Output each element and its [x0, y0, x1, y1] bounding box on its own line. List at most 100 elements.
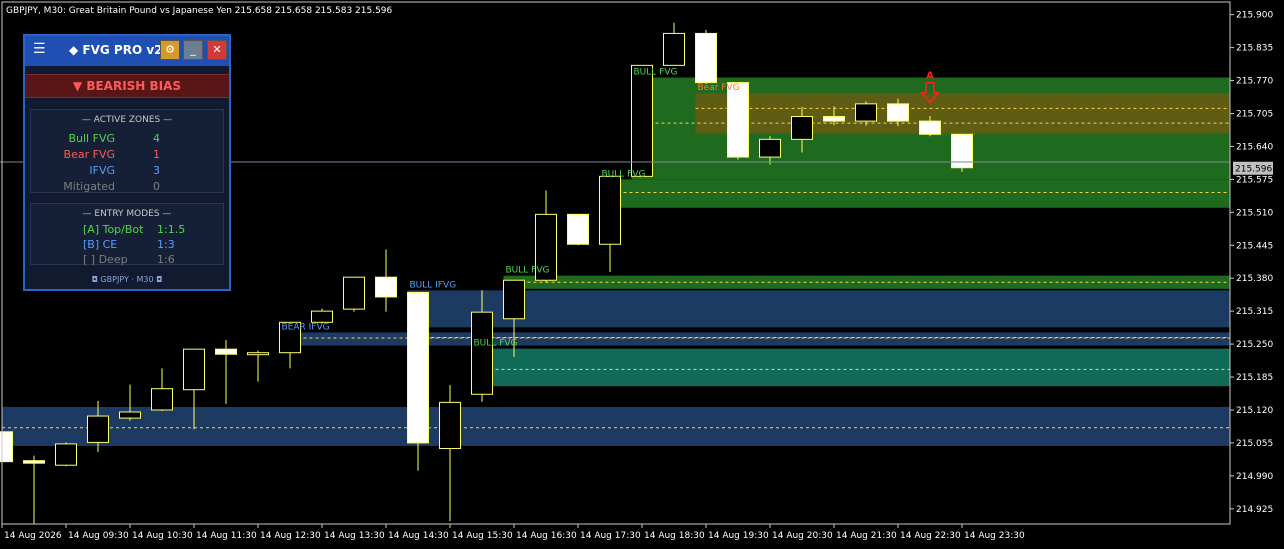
y-tick-label: 215.315 [1236, 307, 1273, 317]
chart-header: GBPJPY, M30: Great Britain Pound vs Japa… [6, 6, 393, 16]
zone-count-label: Bear FVG [63, 148, 115, 161]
candle-body [215, 348, 237, 355]
candle-body [663, 32, 685, 66]
x-tick-label: 14 Aug 21:30 [836, 531, 897, 541]
zone-label: BULL FVG [602, 169, 646, 179]
candle-body [119, 411, 141, 419]
candle-body [87, 415, 109, 443]
gear-icon: ⚙ [165, 43, 175, 56]
x-tick-label: 14 Aug 09:30 [68, 531, 129, 541]
x-tick-label: 14 Aug 18:30 [644, 531, 705, 541]
fvg-pro-panel: ☰ ◆ FVG PRO v2.4 ⚙ _ ✕ ▼ BEARISH BIAS — … [23, 34, 231, 291]
y-tick-label: 215.640 [1236, 142, 1273, 152]
x-tick-label: 14 Aug 12:30 [260, 531, 321, 541]
candle-body [343, 276, 365, 310]
y-tick-label: 215.185 [1236, 373, 1273, 383]
candle-body [951, 133, 973, 169]
candle-body [375, 276, 397, 298]
x-tick-label: 14 Aug 17:30 [580, 531, 641, 541]
fvg-zone [695, 93, 1230, 134]
candle-body [791, 116, 813, 140]
candle-body [183, 348, 205, 391]
y-tick-label: 214.990 [1236, 472, 1273, 482]
zone-count-value: 0 [153, 180, 160, 193]
zone-count-value: 1 [153, 148, 160, 161]
zone-label: BULL FVG [634, 68, 678, 78]
price-axis: 215.900 215.835 215.770 215.705 215.640 215.5… [1230, 11, 1273, 515]
entry-mode-label: [B] CE [83, 238, 118, 251]
candle-body [887, 103, 909, 122]
candle-body [503, 279, 525, 320]
candle-body [439, 401, 461, 449]
x-tick-label: 14 Aug 15:30 [452, 531, 513, 541]
panel-footer: ◘ GBPJPY · M30 ◘ [91, 275, 163, 284]
zone-count-value: 4 [153, 132, 160, 145]
entry-mode-ratio: 1:3 [157, 238, 175, 251]
candle-body [727, 82, 749, 158]
x-tick-label: 14 Aug 23:30 [964, 531, 1025, 541]
time-axis: 14 Aug 2026 14 Aug 09:30 14 Aug 10:30 14 Au… [1, 524, 1025, 541]
entry-modes-box: — ENTRY MODES — [A] Top/Bot 1:1.5 [B] CE 1:… [30, 203, 224, 266]
bias-banner: ▼ BEARISH BIAS [25, 74, 229, 98]
close-icon: ✕ [212, 43, 222, 56]
menu-icon[interactable]: ☰ [33, 41, 46, 57]
panel-titlebar[interactable]: ☰ ◆ FVG PRO v2.4 ⚙ _ ✕ [25, 36, 229, 66]
y-tick-label: 215.575 [1236, 175, 1273, 185]
zone-label: BULL FVG [474, 339, 518, 349]
x-tick-label: 14 Aug 20:30 [772, 531, 833, 541]
x-tick-label: 14 Aug 19:30 [708, 531, 769, 541]
close-button[interactable]: ✕ [207, 40, 227, 60]
zone-label: Bear FVG [698, 83, 740, 93]
candle-body [823, 116, 845, 122]
fvg-zone [407, 290, 1230, 328]
zone-label: BULL FVG [506, 266, 550, 276]
candle-body [631, 64, 653, 177]
entry-modes-title: — ENTRY MODES — [82, 209, 172, 219]
y-tick-label: 215.380 [1236, 274, 1273, 284]
fvg-zone [471, 348, 1230, 387]
settings-button[interactable]: ⚙ [160, 40, 180, 60]
y-tick-label: 215.055 [1236, 439, 1273, 449]
candle-body [471, 311, 493, 395]
zone-label: BULL IFVG [410, 280, 457, 290]
candle-body [407, 291, 429, 444]
candle-body [151, 388, 173, 411]
x-tick-label: 14 Aug 14:30 [388, 531, 449, 541]
candle-body [55, 443, 77, 466]
fvg-zone [599, 179, 1230, 208]
y-tick-label: 214.925 [1236, 505, 1273, 515]
y-tick-label: 215.510 [1236, 208, 1273, 218]
entry-mode-ratio: 1:6 [157, 253, 175, 266]
x-tick-label: 14 Aug 10:30 [132, 531, 193, 541]
x-tick-label: 14 Aug 13:30 [324, 531, 385, 541]
y-tick-label: 215.835 [1236, 44, 1273, 54]
entry-mode-ratio: 1:1.5 [157, 223, 186, 236]
entry-mode-label: [A] Top/Bot [83, 223, 144, 236]
minimize-icon: _ [190, 43, 196, 56]
zone-label: BEAR IFVG [282, 322, 330, 332]
candle-body [695, 32, 717, 84]
entry-mode-label: [ ] Deep [83, 253, 128, 266]
active-zones-title: — ACTIVE ZONES — [81, 115, 173, 125]
y-tick-label: 215.900 [1236, 11, 1273, 21]
candle-body [599, 175, 621, 245]
minimize-button[interactable]: _ [183, 40, 203, 60]
zone-count-label: Bull FVG [68, 132, 115, 145]
zone-count-value: 3 [153, 164, 160, 177]
y-tick-label: 215.445 [1236, 241, 1273, 251]
current-price-label: 215.596 [1235, 165, 1272, 175]
x-tick-label: 14 Aug 11:30 [196, 531, 257, 541]
candle-body [855, 103, 877, 122]
x-tick-label: 14 Aug 2026 [4, 531, 62, 541]
candle-body [311, 310, 333, 323]
candle-body [919, 120, 941, 135]
y-tick-label: 215.250 [1236, 340, 1273, 350]
y-tick-label: 215.705 [1236, 109, 1273, 119]
fvg-zone [2, 406, 1230, 446]
x-tick-label: 14 Aug 16:30 [516, 531, 577, 541]
candle-body [759, 138, 781, 158]
zone-count-label: IFVG [89, 164, 115, 177]
x-tick-label: 14 Aug 22:30 [900, 531, 961, 541]
active-zones-box: — ACTIVE ZONES — Bull FVG 4 Bear FVG 1 IFVG 3… [30, 109, 224, 193]
candle-body [23, 460, 45, 464]
